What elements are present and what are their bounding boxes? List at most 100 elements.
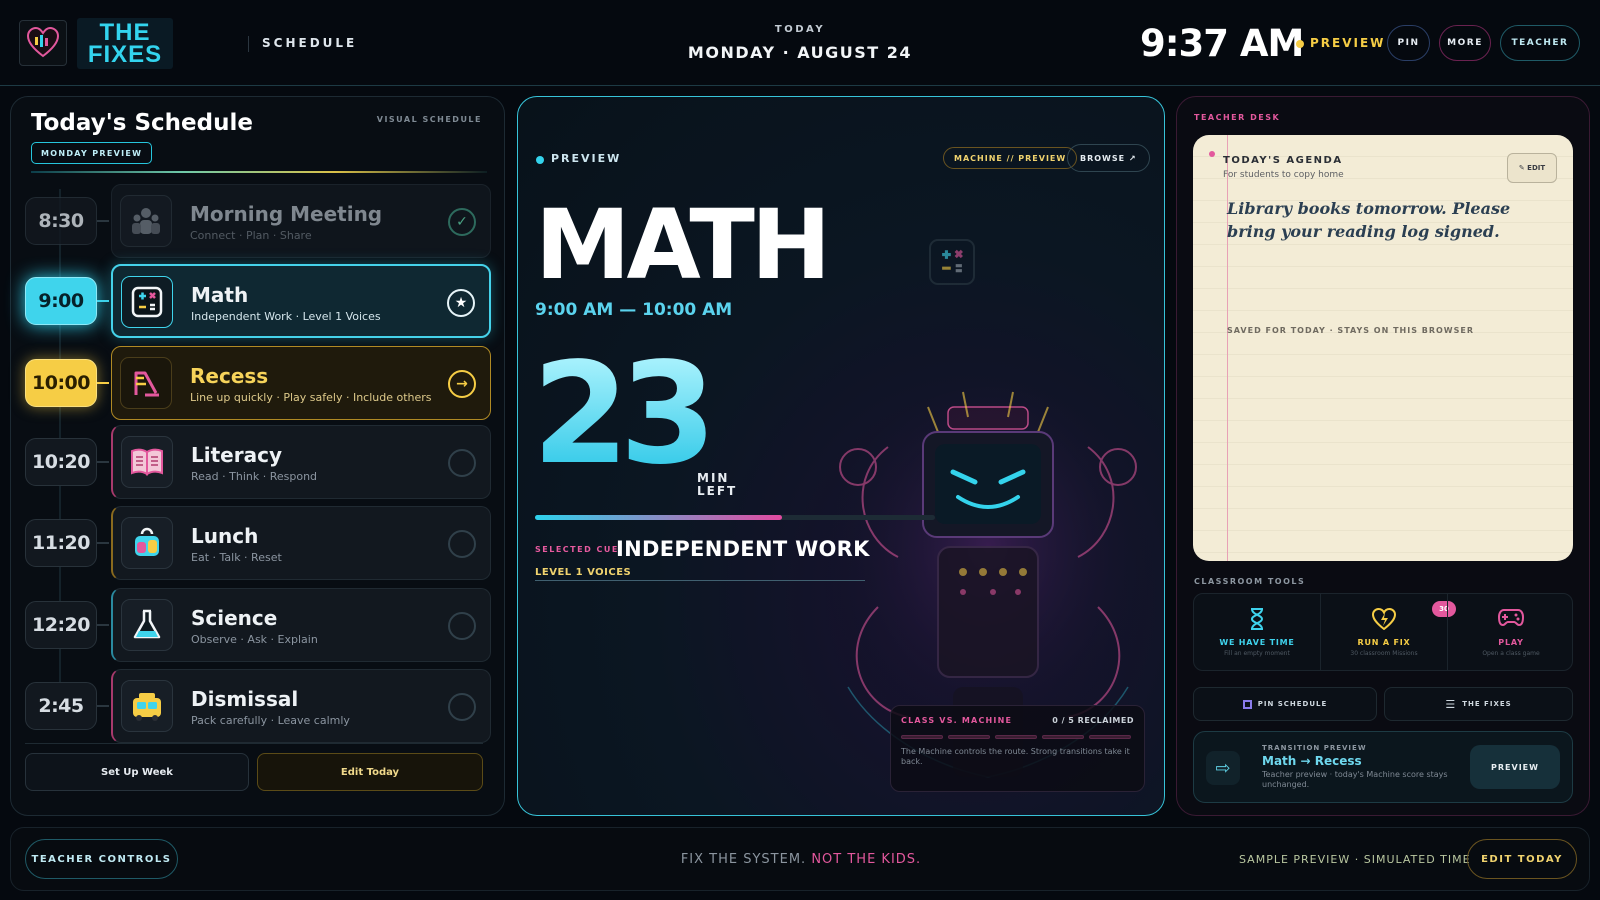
schedule-item-lunch[interactable]: Lunch Eat · Talk · Reset: [111, 506, 491, 580]
class-vs-machine-title: CLASS VS. MACHINE: [901, 716, 1013, 725]
slogan-part-1: FIX THE SYSTEM.: [680, 852, 807, 867]
preview-dot-icon: [1296, 40, 1304, 48]
minutes-left: 23: [532, 333, 717, 496]
set-up-week-button[interactable]: Set Up Week: [25, 753, 249, 791]
visual-schedule-label: VISUAL SCHEDULE: [376, 115, 482, 124]
item-name: Dismissal: [191, 687, 299, 711]
play-tool[interactable]: PLAY Open a class game: [1448, 594, 1574, 670]
pin-schedule-button[interactable]: PIN SCHEDULE: [1193, 687, 1377, 721]
machine-preview-badge: MACHINE // PREVIEW: [943, 147, 1078, 169]
item-name: Literacy: [191, 443, 282, 467]
tool-title: PLAY: [1498, 638, 1524, 647]
score-segment: [948, 735, 990, 739]
item-name: Morning Meeting: [190, 202, 383, 226]
left-label: LEFT: [697, 484, 738, 498]
item-subtitle: Read · Think · Respond: [191, 470, 318, 483]
schedule-item-dismissal[interactable]: Dismissal Pack carefully · Leave calmly: [111, 669, 491, 743]
schedule-item-recess[interactable]: Recess Line up quickly · Play safely · I…: [111, 346, 491, 420]
teacher-desk-label: TEACHER DESK: [1194, 113, 1281, 122]
item-name: Science: [191, 606, 278, 630]
time-range: 9:00 AM — 10:00 AM: [535, 300, 733, 320]
tool-title: RUN A FIX: [1357, 638, 1411, 647]
transition-preview-label: TRANSITION PREVIEW: [1262, 744, 1367, 752]
browse-button[interactable]: BROWSE ↗: [1067, 144, 1150, 172]
transition-name: Math → Recess: [1262, 754, 1362, 768]
tool-subtitle: Open a class game: [1482, 650, 1540, 657]
edit-today-footer-button[interactable]: EDIT TODAY: [1467, 839, 1577, 879]
empty-circle-icon: [448, 612, 476, 640]
transition-preview-button[interactable]: PREVIEW: [1470, 745, 1560, 789]
schedule-item-math[interactable]: Math Independent Work · Level 1 Voices ★: [111, 264, 491, 338]
time-chip: 8:30: [25, 197, 97, 245]
pink-dot-icon: [1209, 151, 1215, 157]
lunchbox-icon: [121, 517, 173, 569]
star-icon: ★: [447, 289, 475, 317]
item-subtitle: Observe · Ask · Explain: [191, 633, 318, 646]
today-label: TODAY: [774, 24, 826, 35]
top-bar: THE FIXES SCHEDULE TODAY MONDAY · AUGUST…: [0, 0, 1600, 86]
schedule-item-literacy[interactable]: Literacy Read · Think · Respond: [111, 425, 491, 499]
flask-icon: [121, 599, 173, 651]
slogan-part-2: NOT THE KIDS.: [811, 852, 922, 867]
voice-level[interactable]: LEVEL 1 VOICES: [535, 567, 865, 581]
timeline-connector: [97, 461, 109, 463]
run-a-fix-tool[interactable]: RUN A FIX 30 classroom Missions: [1321, 594, 1447, 670]
agenda-message: Library books tomorrow. Please bring you…: [1227, 199, 1511, 241]
item-name: Recess: [190, 364, 269, 388]
footer-bar: TEACHER CONTROLS FIX THE SYSTEM. NOT THE…: [10, 827, 1590, 891]
minutes-left-label: MIN LEFT: [697, 472, 737, 498]
time-chip: 2:45: [25, 682, 97, 730]
score-segment: [901, 735, 943, 739]
transition-preview-card: ⇨ TRANSITION PREVIEW Math → Recess Teach…: [1193, 731, 1573, 803]
time-chip: 12:20: [25, 601, 97, 649]
timeline-connector: [97, 300, 109, 302]
done-check-icon: ✓: [448, 208, 476, 236]
schedule-divider: [31, 171, 487, 173]
item-subtitle: Pack carefully · Leave calmly: [191, 714, 350, 727]
time-chip-current: 9:00: [25, 277, 97, 325]
preview-indicator: PREVIEW: [1310, 36, 1386, 50]
arrow-right-icon: ⇨: [1206, 751, 1240, 785]
watermark-calculator-icon: [929, 239, 975, 285]
classroom-tools-label: CLASSROOM TOOLS: [1194, 577, 1306, 586]
agenda-title: TODAY'S AGENDA: [1223, 155, 1343, 166]
schedule-title: Today's Schedule: [31, 110, 253, 136]
empty-circle-icon: [448, 530, 476, 558]
time-progress-fill: [535, 515, 782, 520]
schedule-panel: Today's Schedule VISUAL SCHEDULE MONDAY …: [10, 96, 505, 816]
teacher-button[interactable]: TEACHER: [1500, 25, 1580, 61]
empty-circle-icon: [448, 449, 476, 477]
item-name: Lunch: [191, 524, 259, 548]
timeline-connector: [97, 542, 109, 544]
schedule-item-morning-meeting[interactable]: Morning Meeting Connect · Plan · Share ✓: [111, 184, 491, 258]
time-chip-next: 10:00: [25, 359, 97, 407]
clock: 9:37 AM: [1140, 22, 1304, 65]
edit-today-button[interactable]: Edit Today: [257, 753, 483, 791]
we-have-time-tool[interactable]: WE HAVE TIME Fill an empty moment: [1194, 594, 1320, 670]
schedule-item-science[interactable]: Science Observe · Ask · Explain: [111, 588, 491, 662]
slide-icon: [120, 357, 172, 409]
class-vs-machine-description: The Machine controls the route. Strong t…: [901, 747, 1130, 766]
edit-agenda-button[interactable]: ✎ EDIT: [1507, 153, 1557, 183]
agenda-subtitle: For students to copy home: [1223, 170, 1344, 180]
class-vs-machine-card: CLASS VS. MACHINE 0 / 5 RECLAIMED The Ma…: [890, 705, 1145, 792]
the-fixes-button[interactable]: ☰ THE FIXES: [1384, 687, 1573, 721]
agenda-notepad: TODAY'S AGENDA For students to copy home…: [1193, 135, 1573, 561]
pin-button[interactable]: PIN: [1387, 25, 1430, 61]
item-subtitle: Line up quickly · Play safely · Include …: [190, 391, 432, 404]
timeline-connector: [97, 220, 109, 222]
time-progress-bar: [535, 515, 935, 520]
sample-preview-note: SAMPLE PREVIEW · SIMULATED TIME: [1239, 853, 1471, 866]
time-chip: 11:20: [25, 519, 97, 567]
preview-label: PREVIEW: [551, 152, 622, 165]
item-name: Math: [191, 283, 249, 307]
hourglass-icon: [1194, 608, 1320, 635]
timeline-connector: [97, 705, 109, 707]
timeline-connector: [97, 382, 109, 384]
gamepad-icon: [1448, 608, 1574, 631]
more-button[interactable]: MORE: [1439, 25, 1491, 61]
arrow-right-icon: →: [448, 370, 476, 398]
transition-description: Teacher preview · today's Machine score …: [1262, 770, 1448, 789]
bus-icon: [121, 680, 173, 732]
item-subtitle: Independent Work · Level 1 Voices: [191, 310, 381, 323]
